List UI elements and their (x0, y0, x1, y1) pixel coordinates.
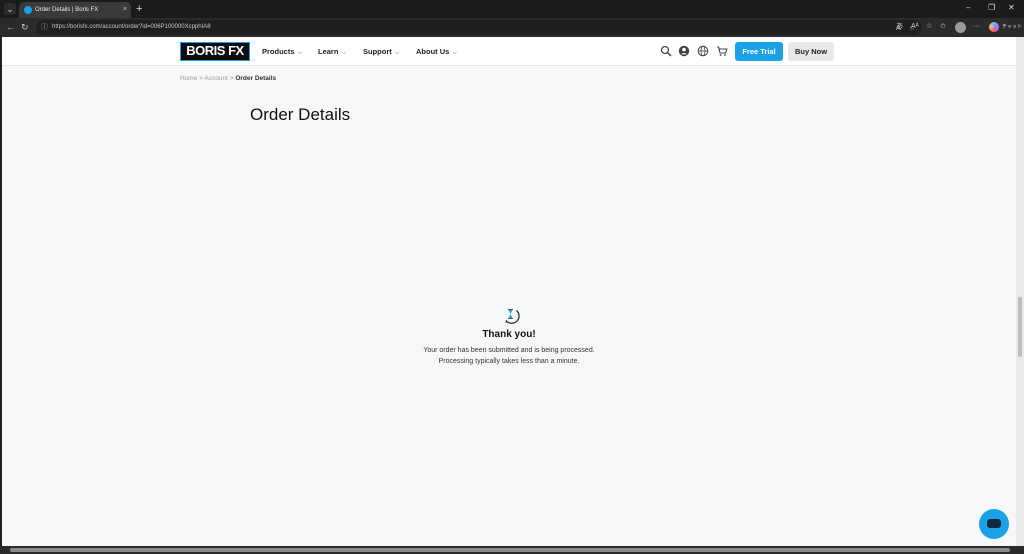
add-favorite-icon[interactable]: ☆ (926, 22, 932, 32)
tab-list-button[interactable]: ⌄ (4, 3, 16, 15)
chat-button[interactable] (979, 509, 1009, 539)
tab-title: Order Details | Boris FX (35, 7, 99, 13)
chevron-down-icon: ⌵ (452, 50, 457, 56)
tab-close-icon[interactable]: × (123, 5, 127, 15)
copilot-label[interactable]: チャット (1002, 21, 1022, 33)
borisfx-logo[interactable]: BORIS FX (180, 42, 250, 61)
back-icon[interactable]: ← (6, 21, 15, 34)
chevron-down-icon: ⌵ (297, 50, 303, 56)
breadcrumb-separator: > (229, 75, 234, 82)
buy-now-button[interactable]: Buy Now (788, 42, 834, 61)
site-info-icon[interactable]: ⓘ (41, 22, 48, 33)
processing-time-message: Processing typically takes less than a m… (438, 358, 580, 365)
thank-you-heading: Thank you! (482, 329, 536, 340)
scrollbar-thumb[interactable] (1018, 297, 1022, 357)
chevron-down-icon: ⌵ (341, 50, 346, 56)
url-input[interactable]: ⓘ https://borisfx.com/account/order?id=0… (36, 20, 922, 35)
free-trial-button[interactable]: Free Trial (735, 42, 783, 61)
search-icon[interactable] (660, 45, 672, 57)
processing-hourglass-icon (505, 309, 520, 324)
restore-icon[interactable]: ❐ (988, 2, 995, 14)
globe-icon[interactable] (697, 45, 709, 57)
scrollbar-thumb[interactable] (10, 548, 1010, 552)
account-icon[interactable] (678, 45, 690, 57)
translate-icon[interactable]: あ (896, 22, 903, 32)
page-title: Order Details (250, 105, 351, 124)
more-options-icon[interactable]: ··· (973, 22, 980, 32)
cart-icon[interactable] (716, 45, 728, 57)
breadcrumb-account[interactable]: Account (204, 75, 228, 82)
breadcrumb-current: Order Details (235, 75, 277, 82)
nav-about-us[interactable]: About Us ⌵ (416, 46, 457, 59)
horizontal-scrollbar[interactable] (0, 546, 1024, 554)
nav-learn[interactable]: Learn ⌵ (318, 46, 346, 59)
chat-icon (987, 519, 1001, 528)
profile-avatar[interactable] (955, 22, 966, 33)
breadcrumb-separator: > (199, 75, 203, 82)
chevron-down-icon: ⌵ (394, 50, 400, 56)
order-submitted-message: Your order has been submitted and is bei… (423, 347, 595, 354)
site-header: BORIS FX Products ⌵ Learn ⌵ Support ⌵ About… (2, 37, 1016, 66)
window-close-icon[interactable]: ✕ (1008, 2, 1015, 14)
new-tab-button[interactable]: + (136, 2, 142, 16)
browser-tab-order-details[interactable]: Order Details | Boris FX × (19, 2, 131, 18)
minimize-icon[interactable]: – (966, 2, 970, 14)
breadcrumb: Home > Account > Order Details (180, 74, 276, 84)
breadcrumb-home[interactable]: Home (180, 75, 197, 82)
favorites-icon[interactable]: ✩ (940, 22, 946, 32)
reload-icon[interactable]: ↻ (21, 21, 29, 34)
nav-products[interactable]: Products ⌵ (262, 46, 302, 59)
url-text[interactable]: https://borisfx.com/account/order?id=006… (52, 22, 211, 33)
copilot-icon[interactable] (989, 22, 999, 32)
page-viewport: BORIS FX Products ⌵ Learn ⌵ Support ⌵ About… (2, 37, 1016, 546)
immersive-reader-icon[interactable]: Aᴬ (911, 22, 919, 32)
vertical-scrollbar[interactable] (1016, 37, 1024, 546)
nav-support[interactable]: Support ⌵ (363, 46, 399, 59)
borisfx-favicon-icon (24, 6, 32, 14)
browser-address-bar: ← ↻ ⓘ https://borisfx.com/account/order?… (0, 18, 1024, 37)
browser-tab-bar: ⌄ Order Details | Boris FX × + – ❐ ✕ (0, 0, 1024, 18)
